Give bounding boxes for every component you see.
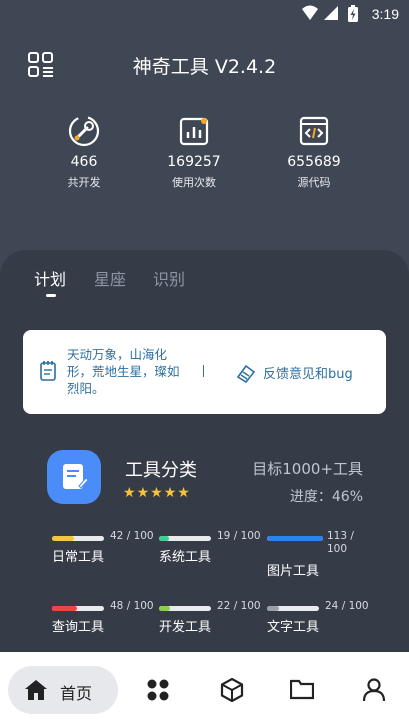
clock: 3:19 <box>371 6 399 22</box>
tool-count: 48 / 100 <box>110 600 154 612</box>
quote-card: 天动万象，山海化形，荒地生星，璨如烈阳。 反馈意见和bug <box>23 330 386 414</box>
tool-name: 图片工具 <box>267 564 320 579</box>
quote-text: 天动万象，山海化形，荒地生星，璨如烈阳。 <box>67 347 180 396</box>
stat-value: 655689 <box>287 154 341 170</box>
code-window-icon <box>299 116 329 146</box>
notepad-icon <box>40 361 56 381</box>
progress-fill <box>52 536 74 541</box>
app-header: 神奇工具 V2.4.2 <box>0 44 409 88</box>
feedback-link[interactable]: 反馈意见和bug <box>263 363 353 382</box>
nav-home-label: 首页 <box>60 684 93 703</box>
nav-home[interactable]: 首页 <box>8 666 118 714</box>
signal-icon <box>324 6 338 20</box>
stat-label: 源代码 <box>297 176 331 189</box>
progress-fill <box>267 536 323 541</box>
grid-icon[interactable] <box>146 678 170 702</box>
stat-value: 466 <box>70 154 98 170</box>
tool-count: 22 / 100 <box>217 600 261 612</box>
progress-label: 进度：46% <box>289 489 363 505</box>
category-title: 工具分类 <box>125 460 197 481</box>
stat-source: 655689 源代码 <box>264 114 364 190</box>
tool-count: 42 / 100 <box>110 530 154 542</box>
cube-icon[interactable] <box>220 678 244 702</box>
tool-name: 系统工具 <box>159 550 212 565</box>
goal-label: 目标1000+工具 <box>252 460 363 478</box>
tab-indicator <box>46 294 56 297</box>
stat-developed: 466 共开发 <box>34 114 134 190</box>
tool-count: 19 / 100 <box>217 530 261 542</box>
progress-track <box>267 606 319 611</box>
bottom-nav: 首页 <box>0 652 409 728</box>
app-title: 神奇工具 V2.4.2 <box>132 56 277 78</box>
progress-track <box>52 536 104 541</box>
progress-fill <box>52 606 77 611</box>
tab-plan[interactable]: 计划 <box>34 266 66 290</box>
wifi-icon <box>302 5 318 20</box>
wrench-gear-icon <box>68 115 100 147</box>
star-icon: ★ <box>177 485 191 501</box>
tool-name: 日常工具 <box>52 550 105 565</box>
progress-track <box>52 606 104 611</box>
progress-track <box>159 536 211 541</box>
tab-recognize[interactable]: 识别 <box>153 266 185 290</box>
battery-icon <box>348 5 358 22</box>
tab-constellation[interactable]: 星座 <box>94 266 126 290</box>
stats-row: 466 共开发 169257 使用次数 655689 源代码 <box>0 114 409 204</box>
tool-count: 24 / 100 <box>325 600 369 612</box>
star-icon: ★ <box>136 485 151 501</box>
main-panel: 计划 星座 识别 天动万象，山海化形，荒地生星，璨如烈阳。 反馈意见和bug 工… <box>0 250 409 660</box>
home-icon <box>25 680 47 700</box>
folder-icon[interactable] <box>290 678 314 700</box>
progress-fill <box>267 606 280 611</box>
bar-chart-icon <box>179 117 209 146</box>
stat-label: 共开发 <box>67 176 101 189</box>
document-edit-icon <box>63 464 89 489</box>
stat-label: 使用次数 <box>172 176 216 189</box>
quote-separator <box>203 365 204 377</box>
star-icon: ★ <box>163 485 178 501</box>
stat-usage: 169257 使用次数 <box>144 114 244 190</box>
tool-count: 113 / 100 <box>327 530 354 555</box>
star-icon: ★ <box>123 485 137 501</box>
category-icon <box>47 450 101 504</box>
tool-name: 文字工具 <box>267 620 320 635</box>
tool-name: 查询工具 <box>52 620 105 635</box>
progress-fill <box>159 606 171 611</box>
progress-track <box>159 606 211 611</box>
progress-track <box>267 536 323 541</box>
tool-name: 开发工具 <box>159 620 212 635</box>
stat-value: 169257 <box>167 154 221 170</box>
feedback-icon[interactable] <box>235 363 257 383</box>
rating-stars: ★★★★★ <box>123 485 191 501</box>
person-icon[interactable] <box>363 678 385 702</box>
star-icon: ★ <box>150 485 164 501</box>
progress-fill <box>159 536 169 541</box>
status-bar: 3:19 <box>0 0 409 30</box>
